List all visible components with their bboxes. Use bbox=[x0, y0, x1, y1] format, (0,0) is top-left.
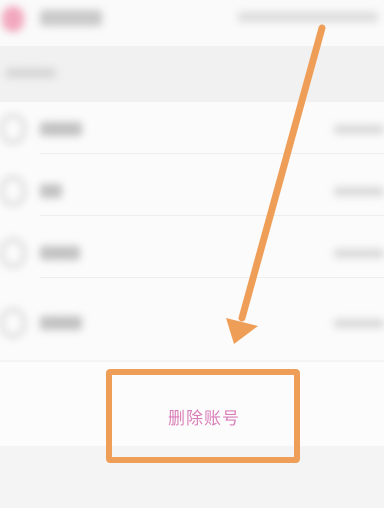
setting-value-placeholder bbox=[334, 319, 384, 328]
avatar[interactable] bbox=[2, 6, 24, 32]
divider bbox=[40, 153, 384, 154]
setting-value-placeholder bbox=[334, 187, 384, 196]
setting-value-placeholder bbox=[334, 249, 384, 258]
setting-icon bbox=[0, 176, 26, 206]
setting-label-placeholder bbox=[40, 184, 62, 198]
account-settings-list bbox=[0, 102, 384, 360]
setting-label-placeholder bbox=[40, 316, 82, 330]
delete-account-button[interactable]: 删除账号 bbox=[108, 372, 300, 460]
list-item[interactable] bbox=[0, 228, 384, 278]
username-placeholder bbox=[40, 10, 102, 26]
list-item[interactable] bbox=[0, 166, 384, 216]
setting-label-placeholder bbox=[40, 246, 80, 260]
section-title-placeholder bbox=[6, 68, 56, 78]
divider bbox=[40, 215, 384, 216]
setting-value-placeholder bbox=[334, 125, 384, 134]
setting-icon bbox=[0, 238, 26, 268]
setting-icon bbox=[0, 308, 26, 338]
list-item[interactable] bbox=[0, 298, 384, 348]
list-item[interactable] bbox=[0, 104, 384, 154]
setting-icon bbox=[0, 114, 26, 144]
section-header bbox=[0, 46, 384, 102]
setting-label-placeholder bbox=[40, 122, 82, 136]
header-meta-placeholder bbox=[238, 12, 378, 22]
divider bbox=[40, 277, 384, 278]
header-bar bbox=[0, 0, 384, 46]
